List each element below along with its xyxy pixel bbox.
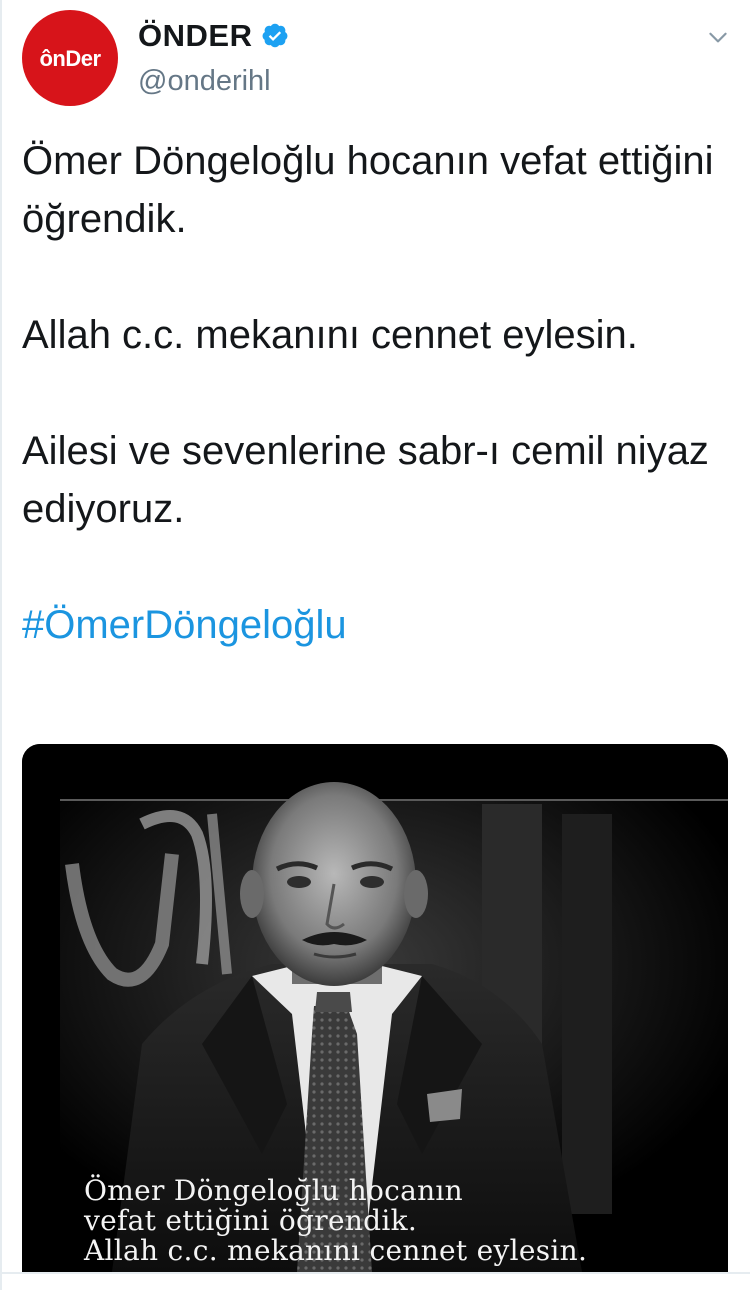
caption-line: Ömer Döngeloğlu hocanın	[84, 1174, 464, 1207]
timeline-border	[0, 0, 2, 1290]
chevron-down-icon[interactable]	[705, 24, 731, 50]
avatar[interactable]: ônDer	[22, 10, 118, 106]
tweet-paragraph: Ailesi ve sevenlerine sabr-ı cemil niyaz…	[22, 429, 709, 531]
caption-line: Allah c.c. mekanını cennet eylesin.	[84, 1234, 588, 1267]
author-display-name[interactable]: ÖNDER	[138, 18, 252, 54]
divider	[0, 1272, 750, 1274]
author-handle[interactable]: @onderihl	[138, 65, 271, 98]
verified-badge-icon	[262, 23, 288, 48]
tweet-header: ônDer ÖNDER @onderihl	[0, 0, 750, 120]
tweet-paragraph: Ömer Döngeloğlu hocanın vefat ettiğini ö…	[22, 139, 714, 241]
tweet-paragraph: Allah c.c. mekanını cennet eylesin.	[22, 313, 638, 357]
tweet-media-image[interactable]: Ömer Döngeloğlu hocanın vefat ettiğini ö…	[22, 744, 728, 1272]
tweet-text: Ömer Döngeloğlu hocanın vefat ettiğini ö…	[22, 132, 722, 712]
image-caption: Ömer Döngeloğlu hocanın vefat ettiğini ö…	[84, 1176, 587, 1266]
hashtag-link[interactable]: #ÖmerDöngeloğlu	[22, 603, 347, 647]
avatar-logo-text: ônDer	[39, 46, 101, 71]
caption-line: vefat ettiğini öğrendik.	[84, 1204, 418, 1237]
author-name-row: ÖNDER	[138, 18, 288, 54]
